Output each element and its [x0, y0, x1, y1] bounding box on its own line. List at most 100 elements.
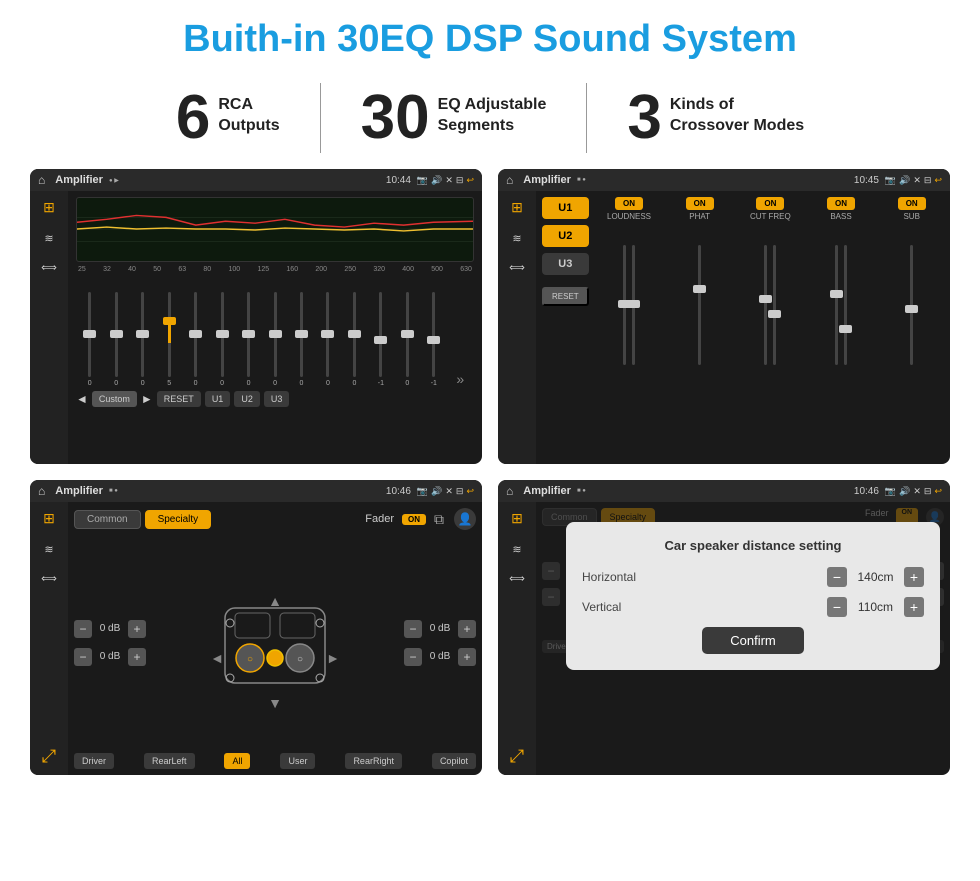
- eq-slider-11[interactable]: 0: [343, 292, 366, 387]
- minus-2-btn[interactable]: −: [74, 648, 92, 666]
- dialog-eq-icon[interactable]: ⊞: [511, 510, 523, 527]
- plus-3-btn[interactable]: +: [458, 620, 476, 638]
- eq-slider-13[interactable]: 0: [396, 292, 419, 387]
- crossover-vol-icon[interactable]: ⟺: [509, 261, 525, 274]
- dialog-wave-icon[interactable]: ≋: [512, 543, 521, 556]
- fader-bottom-btns: Driver RearLeft All User RearRight Copil…: [74, 753, 476, 769]
- dialog-arrows-icon[interactable]: ⤢: [510, 746, 524, 767]
- fader-arrows-icon[interactable]: ⤢: [42, 746, 56, 767]
- dialog-vol-icon[interactable]: ⟺: [509, 572, 525, 585]
- eq-slider-6[interactable]: 0: [210, 292, 233, 387]
- cutfreq-label: CUT FREQ: [750, 212, 791, 221]
- waveform-icon[interactable]: ≋: [44, 232, 53, 245]
- equalizer-icon[interactable]: ⊞: [43, 199, 55, 216]
- minus-4-btn[interactable]: −: [404, 648, 422, 666]
- dialog-back-icon[interactable]: ↩: [934, 486, 942, 497]
- volume-control-icon[interactable]: ⟺: [41, 261, 57, 274]
- eq-slider-14[interactable]: -1: [422, 292, 445, 387]
- channel-sub: ON SUB: [879, 197, 944, 458]
- rearright-btn[interactable]: RearRight: [345, 753, 402, 769]
- bass-on-btn[interactable]: ON: [827, 197, 855, 210]
- common-tab[interactable]: Common: [74, 510, 141, 529]
- cutfreq-on-btn[interactable]: ON: [756, 197, 784, 210]
- phat-on-btn[interactable]: ON: [686, 197, 714, 210]
- fader-camera-icon: 📷: [417, 486, 428, 497]
- user-btn[interactable]: User: [280, 753, 315, 769]
- u3-crossover-btn[interactable]: U3: [542, 253, 589, 275]
- fader-eq-icon[interactable]: ⊞: [43, 510, 55, 527]
- minus-1-btn[interactable]: −: [74, 620, 92, 638]
- dialog-volume-icon: 🔊: [899, 486, 910, 497]
- dialog-home-icon[interactable]: ⌂: [506, 484, 513, 498]
- fader-vol-icon[interactable]: ⟺: [41, 572, 57, 585]
- u1-crossover-btn[interactable]: U1: [542, 197, 589, 219]
- loudness-label: LOUDNESS: [607, 212, 651, 221]
- vertical-label: Vertical: [582, 600, 827, 614]
- crossover-home-icon[interactable]: ⌂: [506, 173, 513, 187]
- fader-time: 10:46: [386, 486, 411, 497]
- eq-slider-5[interactable]: 0: [184, 292, 207, 387]
- fader-home-icon[interactable]: ⌂: [38, 484, 45, 498]
- fader-wave-icon[interactable]: ≋: [44, 543, 53, 556]
- copilot-btn[interactable]: Copilot: [432, 753, 476, 769]
- crossover-back-icon[interactable]: ↩: [934, 175, 942, 186]
- plus-2-btn[interactable]: +: [128, 648, 146, 666]
- eq-slider-8[interactable]: 0: [263, 292, 286, 387]
- eq-slider-3[interactable]: 0: [131, 292, 154, 387]
- vertical-plus-btn[interactable]: +: [904, 597, 924, 617]
- eq-slider-7[interactable]: 0: [237, 292, 260, 387]
- plus-1-btn[interactable]: +: [128, 620, 146, 638]
- stat-number-6: 6: [176, 87, 210, 149]
- stat-number-30: 30: [361, 87, 430, 149]
- fader-sliders: ⧉: [434, 511, 444, 528]
- all-btn[interactable]: All: [224, 753, 250, 769]
- back-icon[interactable]: ↩: [466, 175, 474, 186]
- specialty-tab[interactable]: Specialty: [145, 510, 212, 529]
- minus-3-btn[interactable]: −: [404, 620, 422, 638]
- home-icon[interactable]: ⌂: [38, 173, 45, 187]
- eq-title: Amplifier: [55, 174, 103, 186]
- driver-btn[interactable]: Driver: [74, 753, 114, 769]
- eq-slider-1[interactable]: 0: [78, 292, 101, 387]
- plus-4-btn[interactable]: +: [458, 648, 476, 666]
- fader-right-db: − 0 dB + − 0 dB +: [404, 536, 476, 749]
- horizontal-value: 140cm: [853, 570, 898, 584]
- u2-crossover-btn[interactable]: U2: [542, 225, 589, 247]
- expand-icon[interactable]: »: [456, 371, 464, 387]
- confirm-button[interactable]: Confirm: [702, 627, 804, 654]
- eq-topbar-icons: 📷 🔊 ✕ ⊟ ↩: [417, 175, 474, 186]
- eq-slider-10[interactable]: 0: [316, 292, 339, 387]
- eq-slider-9[interactable]: 0: [290, 292, 313, 387]
- u2-button[interactable]: U2: [234, 391, 260, 407]
- volume-icon: 🔊: [431, 175, 442, 186]
- prev-icon[interactable]: ◄: [76, 392, 88, 406]
- loudness-on-btn[interactable]: ON: [615, 197, 643, 210]
- svg-text:►: ►: [326, 650, 340, 666]
- vertical-minus-btn[interactable]: −: [827, 597, 847, 617]
- fader-volume-icon: 🔊: [431, 486, 442, 497]
- fader-sidebar: ⊞ ≋ ⟺ ⤢: [30, 502, 68, 775]
- u1-button[interactable]: U1: [205, 391, 231, 407]
- fader-minimize-icon: ⊟: [456, 486, 464, 497]
- sub-on-btn[interactable]: ON: [898, 197, 926, 210]
- reset-eq-button[interactable]: RESET: [157, 391, 201, 407]
- crossover-volume-icon: 🔊: [899, 175, 910, 186]
- crossover-close-icon: ✕: [913, 175, 921, 186]
- rearleft-btn[interactable]: RearLeft: [144, 753, 195, 769]
- fader-left-db: − 0 dB + − 0 dB +: [74, 536, 146, 749]
- channel-bass: ON BASS: [809, 197, 874, 458]
- eq-slider-2[interactable]: 0: [104, 292, 127, 387]
- horizontal-plus-btn[interactable]: +: [904, 567, 924, 587]
- crossover-eq-icon[interactable]: ⊞: [511, 199, 523, 216]
- eq-slider-12[interactable]: -1: [369, 292, 392, 387]
- fader-person-icon[interactable]: 👤: [454, 508, 476, 530]
- fader-back-icon[interactable]: ↩: [466, 486, 474, 497]
- u3-button[interactable]: U3: [264, 391, 290, 407]
- play-icon[interactable]: ►: [141, 392, 153, 406]
- horizontal-minus-btn[interactable]: −: [827, 567, 847, 587]
- custom-button[interactable]: Custom: [92, 391, 137, 407]
- reset-crossover-btn[interactable]: RESET: [542, 287, 589, 306]
- dialog-minimize-icon: ⊟: [924, 486, 932, 497]
- eq-slider-4[interactable]: 5: [157, 292, 180, 387]
- crossover-wave-icon[interactable]: ≋: [512, 232, 521, 245]
